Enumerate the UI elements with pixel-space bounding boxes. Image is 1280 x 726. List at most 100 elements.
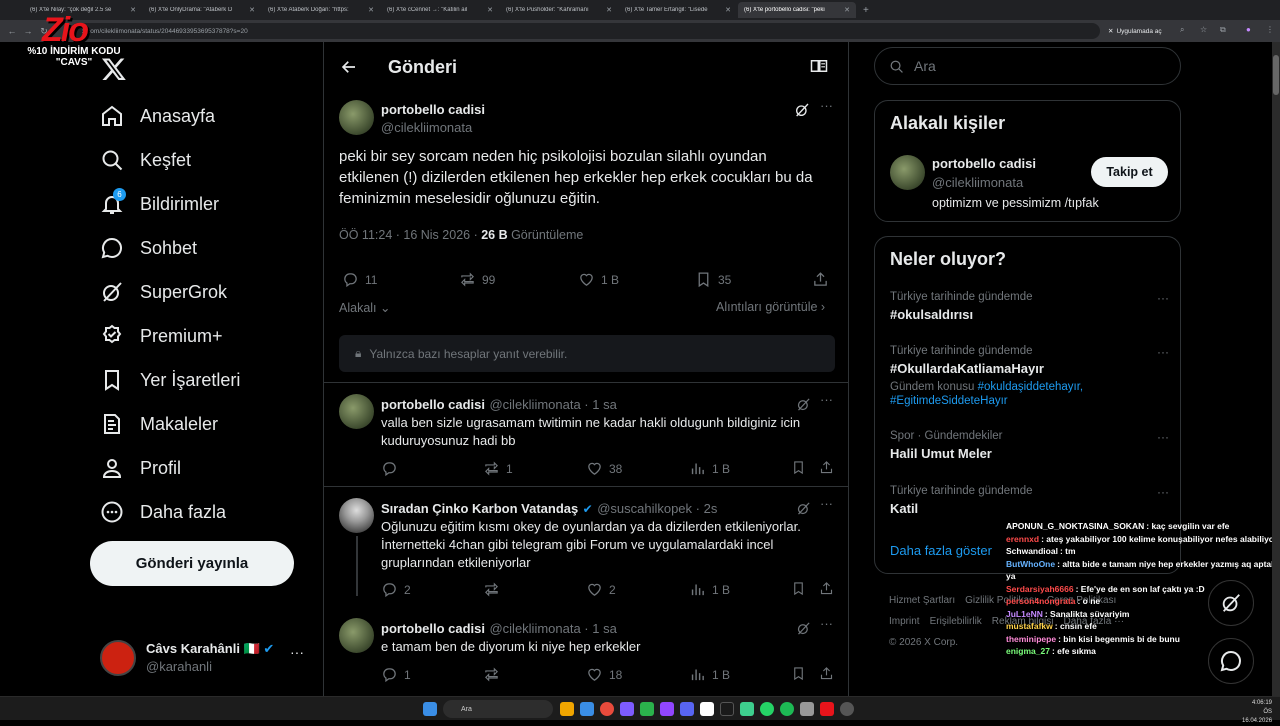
back-arrow-icon[interactable]: ← xyxy=(4,26,20,36)
browser-menu-icon[interactable]: ⋮ xyxy=(1266,25,1274,34)
account-switcher[interactable]: Câvs Karahânli 🇮🇹 ✔ @karahanli ··· xyxy=(100,638,310,678)
more-icon[interactable]: ··· xyxy=(820,496,833,511)
browser-tab[interactable]: (6) X'te cCennet →: "Katilin ail ✕ xyxy=(381,2,499,18)
x-logo-icon[interactable] xyxy=(100,56,128,82)
trend-item[interactable]: Türkiye tarihinde gündemde #okulsaldırıs… xyxy=(890,291,1175,322)
follow-button[interactable]: Takip et xyxy=(1091,157,1168,187)
repost-button[interactable]: 1 xyxy=(483,460,513,477)
bookmark-button[interactable]: 35 xyxy=(695,271,731,288)
author-name[interactable]: portobello cadisi xyxy=(381,102,485,117)
post-button[interactable]: Gönderi yayınla xyxy=(90,541,294,586)
profile-icon[interactable]: ● xyxy=(1246,25,1251,34)
store-icon[interactable] xyxy=(580,702,594,716)
more-icon[interactable]: ··· xyxy=(1157,430,1169,444)
author-handle[interactable]: @cilekliimonata · 1 sa xyxy=(489,621,616,636)
like-button[interactable]: 38 xyxy=(586,460,622,477)
like-button[interactable]: 1 B xyxy=(578,271,619,288)
nav-item-profile[interactable]: Profil xyxy=(100,452,181,484)
app-icon[interactable] xyxy=(720,702,734,716)
author-name[interactable]: portobello cadisi xyxy=(381,621,485,636)
app-icon[interactable] xyxy=(800,702,814,716)
avatar[interactable] xyxy=(339,394,374,429)
views-button[interactable]: 1 B xyxy=(689,666,730,683)
discord-icon[interactable] xyxy=(680,702,694,716)
app-icon[interactable] xyxy=(820,702,834,716)
trend-item[interactable]: Spor · Gündemdekiler Halil Umut Meler ··… xyxy=(890,430,1175,461)
close-tab-icon[interactable]: ✕ xyxy=(368,6,374,14)
author-handle[interactable]: @cilekliimonata xyxy=(381,120,472,135)
nav-item-articles[interactable]: Makaleler xyxy=(100,408,218,440)
more-icon[interactable]: ··· xyxy=(1157,345,1169,359)
like-button[interactable]: 2 xyxy=(586,581,616,598)
repost-button[interactable] xyxy=(483,581,506,598)
close-tab-icon[interactable]: ✕ xyxy=(725,6,731,14)
avatar[interactable] xyxy=(339,100,374,135)
close-tab-icon[interactable]: ✕ xyxy=(606,6,612,14)
reply-button[interactable]: 1 xyxy=(381,666,411,683)
back-arrow-icon[interactable] xyxy=(340,58,358,76)
sort-dropdown[interactable]: Alakalı ⌄ xyxy=(339,300,390,315)
repost-button[interactable]: 99 xyxy=(459,271,495,288)
app-icon[interactable] xyxy=(840,702,854,716)
nav-item-bookmarks[interactable]: Yer İşaretleri xyxy=(100,364,240,396)
extensions-icon[interactable]: ⧉ xyxy=(1220,25,1226,35)
footer-link[interactable]: Hizmet Şartları xyxy=(889,595,955,606)
reply-button[interactable]: 2 xyxy=(381,581,411,598)
reply-button[interactable] xyxy=(381,460,404,477)
nav-item-chat[interactable]: Sohbet xyxy=(100,232,197,264)
avatar[interactable] xyxy=(890,155,925,190)
browser-tab[interactable]: (6) X'te Tamer Ertangil: "Lisede ✕ xyxy=(619,2,737,18)
bookmark-icon[interactable] xyxy=(791,666,806,681)
grok-icon[interactable] xyxy=(794,102,810,118)
more-icon[interactable]: ··· xyxy=(820,616,833,631)
grok-icon[interactable] xyxy=(796,397,811,412)
more-icon[interactable]: ··· xyxy=(820,98,833,113)
author-handle[interactable]: @cilekliimonata xyxy=(932,175,1023,190)
close-tab-icon[interactable]: ✕ xyxy=(249,6,255,14)
show-more-link[interactable]: Daha fazla göster xyxy=(890,543,992,558)
views-button[interactable]: 1 B xyxy=(689,460,730,477)
view-quotes-link[interactable]: Alıntıları görüntüle › xyxy=(716,300,825,314)
forward-arrow-icon[interactable]: → xyxy=(20,26,36,36)
more-icon[interactable]: ··· xyxy=(290,644,304,660)
bookmark-icon[interactable] xyxy=(791,460,806,475)
system-clock[interactable]: 4:06:19 ÖS 16.04.2026 xyxy=(1242,699,1272,726)
bookmark-star-icon[interactable]: ☆ xyxy=(1200,25,1207,34)
nav-item-premium[interactable]: Premium+ xyxy=(100,320,223,352)
whatsapp-icon[interactable] xyxy=(760,702,774,716)
app-icon[interactable] xyxy=(740,702,754,716)
browser-tab-active[interactable]: (6) X'te portobello cadisi: "peki ✕ xyxy=(738,2,856,18)
more-icon[interactable]: ··· xyxy=(820,392,833,407)
author-handle[interactable]: @suscahilkopek · 2s xyxy=(597,501,717,516)
more-icon[interactable]: ··· xyxy=(1157,485,1169,499)
nav-item-explore[interactable]: Keşfet xyxy=(100,144,191,176)
share-icon[interactable] xyxy=(819,460,834,475)
scrollbar-thumb[interactable] xyxy=(1273,55,1279,95)
share-icon[interactable] xyxy=(819,666,834,681)
avatar[interactable] xyxy=(339,618,374,653)
spotify-icon[interactable] xyxy=(780,702,794,716)
app-icon[interactable] xyxy=(700,702,714,716)
scrollbar-track[interactable] xyxy=(1272,42,1280,696)
close-tab-icon[interactable]: ✕ xyxy=(844,6,850,14)
trend-item[interactable]: Türkiye tarihinde gündemde Katil ··· xyxy=(890,485,1175,516)
post-time[interactable]: ÖÖ 11:24 · 16 Nis 2026 · xyxy=(339,228,481,242)
share-icon[interactable] xyxy=(819,581,834,596)
trend-item[interactable]: Türkiye tarihinde gündemde #OkullardaKat… xyxy=(890,345,1175,408)
reader-mode-icon[interactable] xyxy=(810,58,828,74)
bookmark-icon[interactable] xyxy=(791,581,806,596)
nav-item-supergrok[interactable]: SuperGrok xyxy=(100,276,227,308)
browser-tab[interactable]: (6) X'te Pusholder: "Kahramanı ✕ xyxy=(500,2,618,18)
reply-button[interactable]: 11 xyxy=(342,271,377,288)
app-icon[interactable] xyxy=(640,702,654,716)
author-name[interactable]: Sıradan Çinko Karbon Vatandaş xyxy=(381,501,578,516)
taskbar-search[interactable]: Ara xyxy=(443,700,553,718)
more-icon[interactable]: ··· xyxy=(1157,291,1169,305)
search-input[interactable]: Ara xyxy=(874,47,1181,85)
like-button[interactable]: 18 xyxy=(586,666,622,683)
browser-tab[interactable]: (6) X'te OnlyDrama: "Ataberk D ✕ xyxy=(143,2,261,18)
start-icon[interactable] xyxy=(423,702,437,716)
author-name[interactable]: portobello cadisi xyxy=(381,397,485,412)
app-icon[interactable] xyxy=(620,702,634,716)
grok-icon[interactable] xyxy=(796,621,811,636)
